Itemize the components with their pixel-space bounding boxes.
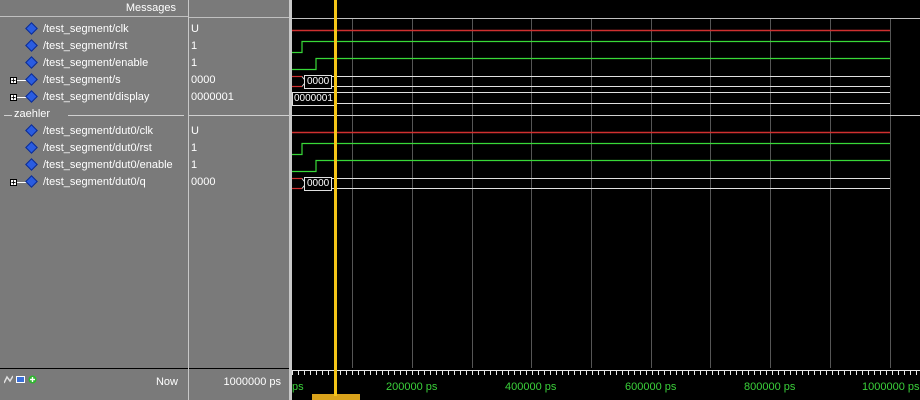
group-divider-right [68, 115, 184, 116]
signal-value: 1 [191, 57, 198, 69]
add-cursor-icon[interactable] [28, 375, 37, 384]
signal-value: 0000001 [191, 91, 234, 103]
signal-value: 1 [191, 142, 198, 154]
signal-row[interactable]: + /test_segment/dut0/q [0, 174, 188, 191]
value-row: U [189, 21, 289, 38]
signal-name: /test_segment/dut0/rst [43, 142, 152, 154]
add-wave-icon[interactable] [16, 375, 25, 384]
time-tick-label: 200000 ps [386, 381, 438, 393]
group-label: zaehler [14, 108, 51, 120]
signal-names-pane: Messages /test_segment/clk /test_segment… [0, 0, 188, 368]
signal-row[interactable]: + /test_segment/s [0, 72, 188, 89]
expand-plus-icon[interactable]: + [10, 94, 17, 102]
value-row: 1 [189, 140, 289, 157]
time-tick-label: 400000 ps [505, 381, 557, 393]
ruler-ticks [292, 370, 920, 375]
signal-diamond-icon [25, 158, 38, 171]
signal-name: /test_segment/display [43, 91, 150, 103]
signal-diamond-icon [25, 22, 38, 35]
signal-row[interactable]: /test_segment/enable [0, 55, 188, 72]
now-value: 1000000 ps [223, 376, 282, 388]
waveform-canvas[interactable] [292, 0, 920, 368]
waveform-pane[interactable]: 0000 0000001 0000 [292, 0, 920, 368]
names-footer: Now [0, 369, 188, 400]
value-row: U [189, 123, 289, 140]
time-tick-label: 1000000 ps [862, 381, 920, 393]
value-row: 0000001 [189, 89, 289, 106]
value-row: 0000 [189, 72, 289, 89]
time-tick-label: 600000 ps [625, 381, 677, 393]
signal-name: /test_segment/dut0/clk [43, 125, 154, 137]
value-row: 0000 [189, 174, 289, 191]
signal-name: /test_segment/dut0/q [43, 176, 146, 188]
signal-name: /test_segment/rst [43, 40, 128, 52]
time-cursor[interactable] [334, 0, 337, 396]
signal-value: 1 [191, 40, 198, 52]
signal-row[interactable]: /test_segment/rst [0, 38, 188, 55]
time-tick-label: 800000 ps [744, 381, 796, 393]
bus-label-display: 0000001 [292, 92, 335, 106]
expand-plus-icon[interactable]: + [10, 77, 17, 85]
signal-row[interactable]: /test_segment/dut0/clk [0, 123, 188, 140]
signal-diamond-icon [25, 73, 38, 86]
signal-value: 1 [191, 159, 198, 171]
signal-value: U [191, 23, 199, 35]
signal-row[interactable]: + /test_segment/display [0, 89, 188, 106]
signal-name: /test_segment/s [43, 74, 121, 86]
now-label: Now [155, 376, 178, 388]
expand-plus-icon[interactable]: + [10, 179, 17, 187]
value-row: 1 [189, 38, 289, 55]
signal-diamond-icon [25, 124, 38, 137]
signal-value: 0000 [191, 176, 216, 188]
signal-values-pane: U 1 1 0000 0000001 U 1 1 0000 [189, 0, 289, 368]
signal-diamond-icon [25, 90, 38, 103]
signal-name: /test_segment/enable [43, 57, 149, 69]
values-footer: 1000000 ps [189, 369, 289, 400]
signal-diamond-icon [25, 56, 38, 69]
time-grid [352, 19, 891, 368]
signal-row[interactable]: /test_segment/clk [0, 21, 188, 38]
values-header [189, 0, 289, 18]
signal-diamond-icon [25, 39, 38, 52]
bus-label-s: 0000 [304, 75, 333, 89]
signal-name: /test_segment/dut0/enable [43, 159, 173, 171]
group-divider-values [189, 115, 289, 116]
value-row: 1 [189, 55, 289, 72]
bus-label-q: 0000 [304, 177, 333, 191]
signal-value: U [191, 125, 199, 137]
signal-row[interactable]: /test_segment/dut0/rst [0, 140, 188, 157]
signal-diamond-icon [25, 141, 38, 154]
value-row: 1 [189, 157, 289, 174]
wave-tool-icon[interactable] [4, 375, 13, 384]
signal-name: /test_segment/clk [43, 23, 129, 35]
signal-row[interactable]: /test_segment/dut0/enable [0, 157, 188, 174]
messages-header: Messages [0, 0, 188, 17]
signal-diamond-icon [25, 175, 38, 188]
timeline-ruler[interactable]: ps 200000 ps 400000 ps 600000 ps 800000 … [292, 368, 920, 400]
signal-value: 0000 [191, 74, 216, 86]
time-tick-label: ps [292, 381, 304, 393]
